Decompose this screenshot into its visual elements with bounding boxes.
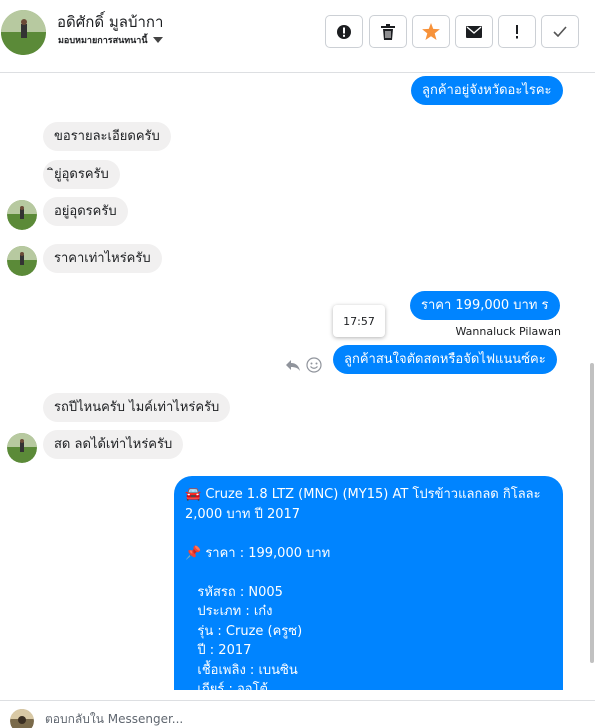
message-line: รุ่น : Cruze (ครูซ) [185,623,303,639]
trash-icon [381,23,395,40]
message-line: ​ [185,524,552,544]
message-line: 2,000 บาท ปี 2017 [185,506,301,522]
incoming-message[interactable]: สด ลดได้เท่าไหร่ครับ [43,430,184,459]
incoming-message[interactable]: รถปีไหนครับ ไมค์เท่าไหร่ครับ [43,393,231,422]
message-timestamp-tooltip: 17:57 [333,305,385,337]
mark-unread-button[interactable] [455,15,493,48]
alert-circle-icon [337,24,351,39]
star-icon [422,23,440,40]
scrollbar-thumb[interactable] [590,363,594,663]
message-line: 📌 ราคา : 199,000 บาท [185,545,331,561]
caret-down-icon [152,37,163,43]
outgoing-message[interactable]: ราคา 199,000 บาท ร [410,291,560,320]
contact-avatar-small[interactable] [7,246,37,276]
outgoing-message[interactable]: ลูกค้าสนใจตัดสดหรือจัดไฟแนนซ์คะ [333,345,557,374]
outgoing-message[interactable]: ลูกค้าอยู่จังหวัดอะไรคะ [411,76,563,105]
follow-up-button[interactable] [498,15,536,48]
smiley-icon[interactable] [306,357,322,373]
message-line: รหัสรถ : N005 [185,584,283,600]
message-line: 🚘 Cruze 1.8 LTZ (MNC) (MY15) AT โปรข้าวแ… [185,487,541,502]
message-line: เกียร์ : ออโต้ [185,682,268,690]
mark-spam-button[interactable] [325,15,363,48]
composer [0,700,595,728]
exclamation-icon [516,24,518,38]
contact-avatar-small[interactable] [7,433,37,463]
envelope-icon [466,25,482,38]
reply-input[interactable] [45,709,545,728]
message-line: เชื้อเพลิง : เบนซิน [185,662,298,678]
scrollbar[interactable] [589,73,595,693]
incoming-message[interactable]: ราคาเท่าไหร่ครับ [43,244,162,273]
mark-done-button[interactable] [541,15,579,48]
conversation-header: อดิศักดิ์ มูลบ้ากา มอบหมายการสนทนานี้ [0,0,595,73]
incoming-message[interactable]: ขอรายละเอียดครับ [43,122,171,151]
incoming-message[interactable]: อยู่อุดรครับ [43,197,128,226]
contact-avatar[interactable] [1,10,46,55]
check-icon [553,26,567,37]
message-line: ​ [185,563,552,583]
assign-conversation-dropdown[interactable]: มอบหมายการสนทนานี้ [58,33,163,47]
reply-icon[interactable] [285,357,301,373]
outgoing-long-message[interactable]: 🚘 Cruze 1.8 LTZ (MNC) (MY15) AT โปรข้าวแ… [174,476,563,690]
contact-name[interactable]: อดิศักดิ์ มูลบ้ากา [57,10,163,34]
star-button[interactable] [412,15,450,48]
message-line: ปี : 2017 [185,643,252,658]
message-line: ประเภท : เก๋ง [185,604,273,619]
message-sender-name: Wannaluck Pilawan [455,325,562,338]
contact-avatar-small[interactable] [7,200,37,230]
delete-button[interactable] [369,15,407,48]
page-avatar [10,709,34,728]
incoming-message[interactable]: ิยู่อุดรครับ [43,160,120,189]
assign-label: มอบหมายการสนทนานี้ [58,36,148,46]
